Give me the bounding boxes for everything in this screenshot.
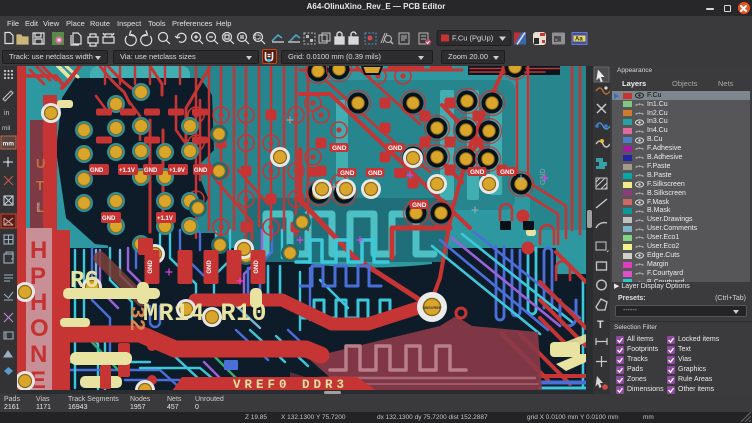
svg-text:O: O xyxy=(30,315,49,342)
svg-text:H: H xyxy=(30,237,47,264)
svg-text:T: T xyxy=(36,178,44,193)
svg-text:T: T xyxy=(597,319,604,331)
svg-text:GND: GND xyxy=(36,201,41,212)
svg-text:VREF0 DDR3: VREF0 DDR3 xyxy=(233,378,348,390)
svg-text:F.Cu (PgUp): F.Cu (PgUp) xyxy=(452,34,494,43)
svg-text:GND: GND xyxy=(254,260,260,274)
svg-text:GND: GND xyxy=(412,202,427,209)
svg-text:GND: GND xyxy=(340,170,355,177)
svg-text:GND: GND xyxy=(500,169,515,176)
svg-text:+1.1V: +1.1V xyxy=(119,168,135,174)
svg-text:GND: GND xyxy=(90,168,104,174)
svg-text:U: U xyxy=(36,156,45,171)
svg-text:GND: GND xyxy=(144,168,158,174)
svg-text:+1.1V: +1.1V xyxy=(157,216,173,222)
svg-text:in: in xyxy=(4,110,10,117)
svg-text:mil: mil xyxy=(2,125,11,132)
svg-text:GND: GND xyxy=(470,169,485,176)
svg-text:SBSVREF: SBSVREF xyxy=(423,305,442,310)
svg-text:>_: >_ xyxy=(555,38,561,44)
svg-text:GND: GND xyxy=(368,170,383,177)
svg-text:GND: GND xyxy=(102,216,116,222)
svg-text:GND: GND xyxy=(332,145,347,152)
svg-text:+1.9V: +1.9V xyxy=(169,168,185,174)
svg-text:GND: GND xyxy=(538,168,547,185)
svg-text:MR14 R10: MR14 R10 xyxy=(143,299,267,328)
svg-text:mm: mm xyxy=(3,141,15,148)
svg-text:R6: R6 xyxy=(70,268,99,295)
svg-text:GND: GND xyxy=(207,260,213,274)
svg-text:GND: GND xyxy=(194,168,208,174)
svg-text:GND: GND xyxy=(388,145,403,152)
svg-text:N: N xyxy=(30,341,47,368)
svg-text:Aa: Aa xyxy=(575,37,583,43)
svg-text:GND: GND xyxy=(148,260,154,274)
